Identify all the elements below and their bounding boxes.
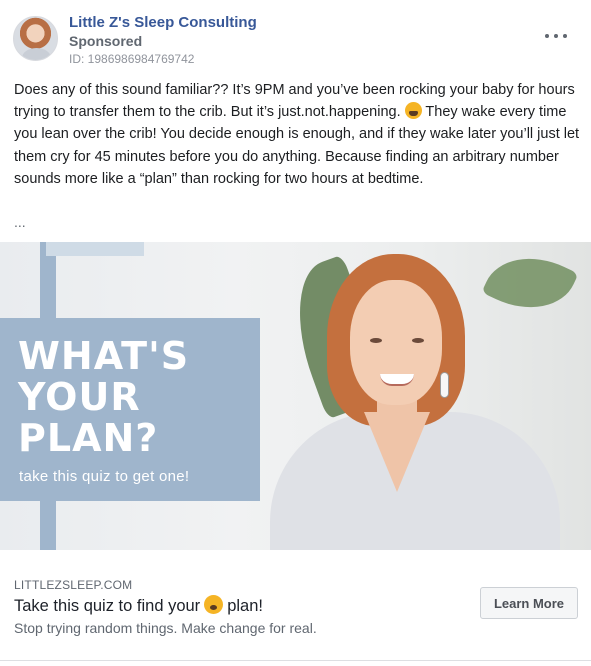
link-title-part-1: Take this quiz to find your bbox=[14, 597, 201, 615]
page-avatar[interactable] bbox=[13, 16, 58, 61]
link-title-part-2: plan! bbox=[227, 597, 263, 615]
ad-id: ID: 1986986984769742 bbox=[69, 52, 195, 66]
tired-face-emoji-icon bbox=[404, 102, 422, 120]
divider bbox=[0, 660, 591, 661]
ad-image[interactable]: WHAT'S YOUR PLAN? take this quiz to get … bbox=[0, 242, 591, 550]
learn-more-button[interactable]: Learn More bbox=[480, 587, 578, 619]
image-headline: WHAT'S YOUR PLAN? bbox=[18, 334, 190, 460]
light-blue-block-decoration bbox=[46, 242, 144, 256]
sponsored-post-card: Little Z's Sleep Consulting Sponsored ID… bbox=[0, 0, 591, 666]
link-title[interactable]: Take this quiz to find your plan! bbox=[14, 595, 263, 616]
page-name-link[interactable]: Little Z's Sleep Consulting bbox=[69, 14, 257, 31]
image-subtitle: take this quiz to get one! bbox=[19, 468, 190, 485]
sponsored-label: Sponsored bbox=[69, 33, 143, 49]
woman-portrait-photo bbox=[252, 242, 582, 550]
see-more-link[interactable]: ... bbox=[14, 214, 26, 230]
post-text: Does any of this sound familiar?? It’s 9… bbox=[14, 79, 582, 190]
sleeping-face-emoji-icon bbox=[204, 595, 224, 614]
link-domain[interactable]: LITTLEZSLEEP.COM bbox=[14, 578, 132, 592]
more-options-icon[interactable] bbox=[545, 28, 567, 44]
link-description: Stop trying random things. Make change f… bbox=[14, 620, 317, 636]
